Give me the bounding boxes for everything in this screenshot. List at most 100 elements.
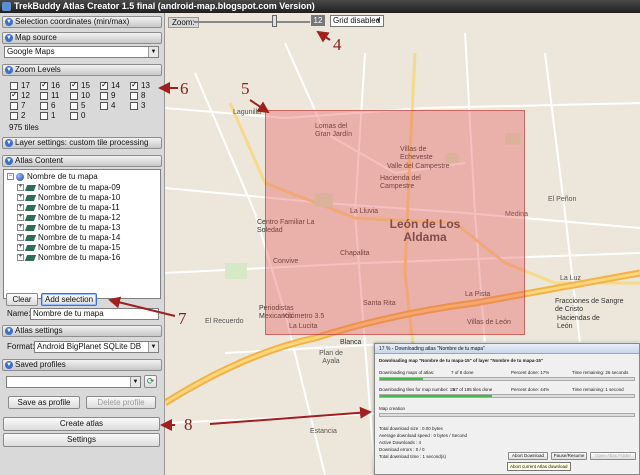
expand-icon[interactable]: + — [17, 244, 24, 252]
checkbox-icon — [10, 101, 18, 110]
expand-icon[interactable]: + — [17, 254, 24, 262]
download-stat-line: Total download time : 1 second(s) — [379, 454, 447, 459]
zoom-level-checkbox[interactable]: 4 — [100, 101, 130, 111]
add-selection-button[interactable]: Add selection — [41, 293, 97, 306]
open-atlas-folder-button[interactable]: Open Atlas Folder — [590, 452, 636, 460]
format-select[interactable]: Android BigPlanet SQLite DB ▼ — [34, 341, 159, 353]
left-panel: ▼ Selection coordinates (min/max) ▼ Map … — [0, 13, 165, 475]
collapse-arrow-icon: ▼ — [5, 34, 13, 42]
tree-layer-item[interactable]: + Nombre de tu mapa-15 — [17, 243, 120, 253]
atlas-content-tree[interactable]: − Nombre de tu mapa + Nombre de tu mapa-09 +… — [3, 169, 161, 299]
zoom-level-label: 13 — [141, 81, 150, 90]
maps-label: Downloading maps of atlas: — [379, 370, 435, 375]
section-zoom-levels[interactable]: ▼ Zoom Levels — [2, 64, 162, 76]
zoom-level-label: 9 — [111, 91, 116, 100]
tree-layer-item[interactable]: + Nombre de tu mapa-12 — [17, 213, 120, 223]
zoom-level-checkbox[interactable]: 1 — [40, 111, 70, 121]
zoom-level-checkbox[interactable]: 12 — [10, 90, 40, 101]
zoom-level-label: 12 — [21, 91, 30, 100]
collapse-arrow-icon: ▼ — [5, 139, 13, 147]
checkbox-icon — [100, 91, 108, 100]
refresh-profiles-button[interactable]: ⟳ — [144, 375, 157, 388]
map-label-estancia: Estancia — [310, 428, 337, 435]
collapse-icon[interactable]: − — [7, 173, 14, 181]
collapse-arrow-icon: ▼ — [5, 157, 13, 165]
tree-layer-item[interactable]: + Nombre de tu mapa-10 — [17, 193, 120, 203]
zoom-level-checkbox[interactable]: 9 — [100, 91, 130, 101]
map-label-lagunilla: Lagunilla — [233, 109, 262, 116]
zoom-level-checkbox[interactable]: 15 — [70, 80, 100, 91]
zoom-level-checkbox[interactable]: 3 — [130, 101, 160, 111]
map-selection-rectangle[interactable] — [265, 110, 525, 335]
section-atlas-settings[interactable]: ▼ Atlas settings — [2, 325, 162, 337]
zoom-slider-handle[interactable] — [272, 15, 278, 27]
section-map-source[interactable]: ▼ Map source — [2, 32, 162, 44]
tree-layer-label: Nombre de tu mapa-15 — [38, 243, 121, 252]
checkbox-icon — [10, 81, 18, 90]
tree-layer-label: Nombre de tu mapa-11 — [38, 203, 120, 212]
zoom-level-checkbox[interactable]: 0 — [70, 111, 100, 121]
tree-layer-item[interactable]: + Nombre de tu mapa-09 — [17, 183, 120, 193]
tree-layer-item[interactable]: + Nombre de tu mapa-11 — [17, 203, 120, 213]
map-label-blanca: Blanca — [340, 339, 362, 346]
section-layer-settings[interactable]: ▼ Layer settings: custom tile processing — [2, 137, 162, 149]
zoom-slider-track[interactable] — [194, 21, 310, 23]
zoom-level-checkbox[interactable]: 6 — [40, 101, 70, 111]
expand-icon[interactable]: + — [17, 214, 24, 222]
zoom-level-checkbox[interactable]: 5 — [70, 101, 100, 111]
tiles-time-remaining: Time remaining: 1 second — [572, 387, 624, 392]
zoom-level-checkbox[interactable]: 2 — [10, 111, 40, 121]
zoom-level-label: 10 — [81, 91, 90, 100]
app-icon — [2, 2, 11, 11]
expand-icon[interactable]: + — [17, 234, 24, 242]
map-label-el-recuerdo: El Recuerdo — [205, 318, 244, 325]
zoom-level-checkbox[interactable]: 8 — [130, 91, 160, 101]
layer-icon — [24, 234, 37, 241]
profile-select[interactable]: ▼ — [6, 376, 141, 388]
settings-button[interactable]: Settings — [3, 433, 160, 447]
tree-layer-item[interactable]: + Nombre de tu mapa-16 — [17, 253, 120, 263]
chevron-down-icon: ▼ — [130, 377, 140, 387]
zoom-level-checkbox[interactable]: 13 — [130, 80, 160, 91]
abort-download-button[interactable]: Abort Download — [508, 452, 548, 460]
section-saved-profiles[interactable]: ▼ Saved profiles — [2, 359, 162, 371]
zoom-level-checkbox[interactable]: 16 — [40, 80, 70, 91]
refresh-icon: ⟳ — [146, 376, 155, 386]
zoom-level-checkbox[interactable]: 14 — [100, 80, 130, 91]
annotation-6: 6 — [180, 79, 189, 98]
create-atlas-button[interactable]: Create atlas — [3, 417, 160, 431]
section-selection-coordinates[interactable]: ▼ Selection coordinates (min/max) — [2, 16, 162, 28]
layer-icon — [24, 254, 37, 261]
checkbox-icon — [40, 91, 48, 100]
tree-root-atlas[interactable]: − Nombre de tu mapa — [7, 172, 98, 182]
checkbox-icon — [70, 80, 78, 90]
save-profile-button[interactable]: Save as profile — [8, 396, 80, 409]
tiles-count: 975 tiles — [9, 123, 39, 132]
window-title-bar[interactable]: TrekBuddy Atlas Creator 1.5 final (andro… — [0, 0, 640, 13]
zoom-level-checkbox[interactable]: 7 — [10, 101, 40, 111]
expand-icon[interactable]: + — [17, 204, 24, 212]
zoom-level-label: 6 — [51, 101, 56, 110]
zoom-level-checkbox[interactable]: 10 — [70, 91, 100, 101]
checkbox-icon — [70, 111, 78, 120]
grid-select[interactable]: Grid disabled ▼ — [330, 15, 384, 27]
map-source-select[interactable]: Google Maps ▼ — [4, 46, 159, 58]
tree-layer-item[interactable]: + Nombre de tu mapa-13 — [17, 223, 120, 233]
delete-profile-button[interactable]: Delete profile — [86, 396, 156, 409]
expand-icon[interactable]: + — [17, 224, 24, 232]
expand-icon[interactable]: + — [17, 194, 24, 202]
zoom-level-label: 14 — [111, 81, 120, 90]
pause-resume-button[interactable]: Pause/Resume — [551, 452, 587, 460]
annotation-5: 5 — [241, 79, 250, 98]
zoom-level-label: 3 — [141, 101, 146, 110]
tree-layer-label: Nombre de tu mapa-09 — [38, 183, 121, 192]
section-atlas-content[interactable]: ▼ Atlas Content — [2, 155, 162, 167]
tiles-progress-fill — [380, 395, 492, 397]
expand-icon[interactable]: + — [17, 184, 24, 192]
checkbox-icon — [10, 111, 18, 120]
tree-layer-item[interactable]: + Nombre de tu mapa-14 — [17, 233, 120, 243]
zoom-level-checkbox[interactable]: 11 — [40, 91, 70, 101]
map-label-plan-de-ayala: Plan de Ayala — [319, 350, 343, 365]
atlas-name-input[interactable]: Nombre de tu mapa — [30, 308, 159, 320]
clear-button[interactable]: Clear — [6, 293, 38, 306]
